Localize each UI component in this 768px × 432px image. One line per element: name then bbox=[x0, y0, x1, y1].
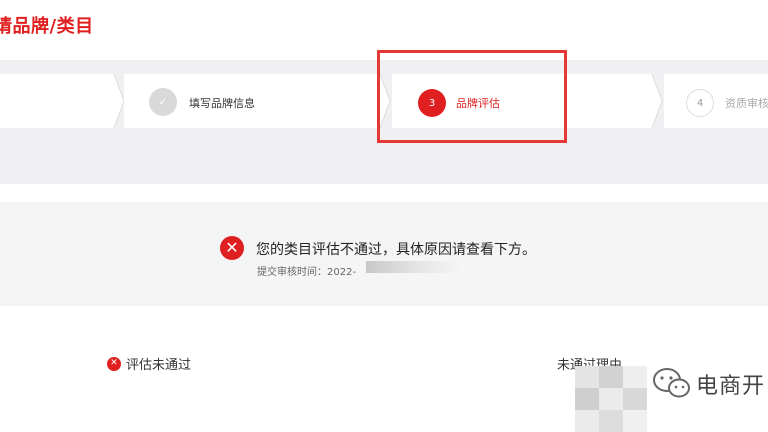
watermark-text: 电商开 bbox=[696, 374, 766, 399]
step-1[interactable] bbox=[0, 74, 112, 128]
spacer-band bbox=[0, 146, 768, 184]
step-separator bbox=[650, 74, 664, 128]
evaluation-status-text: 评估未通过 bbox=[126, 358, 192, 373]
step-2-label: 填写品牌信息 bbox=[189, 97, 255, 110]
error-icon: ✕ bbox=[107, 356, 121, 371]
wechat-icon bbox=[653, 368, 690, 398]
evaluation-status: ✕ 评估未通过 bbox=[107, 354, 191, 373]
step-2-check-icon: ✓ bbox=[149, 88, 177, 116]
error-icon: ✕ bbox=[220, 236, 244, 260]
step-4-number: 4 bbox=[686, 89, 714, 117]
redacted-time bbox=[366, 261, 462, 273]
step-4-label: 资质审核 bbox=[725, 97, 768, 110]
submit-time: 提交审核时间：2022- bbox=[257, 267, 357, 278]
watermark: 电商开 bbox=[652, 366, 765, 402]
result-message: 您的类目评估不通过，具体原因请查看下方。 bbox=[256, 242, 536, 258]
annotation-highlight-box bbox=[377, 50, 567, 143]
page-title: 请品牌/类目 bbox=[0, 16, 94, 37]
